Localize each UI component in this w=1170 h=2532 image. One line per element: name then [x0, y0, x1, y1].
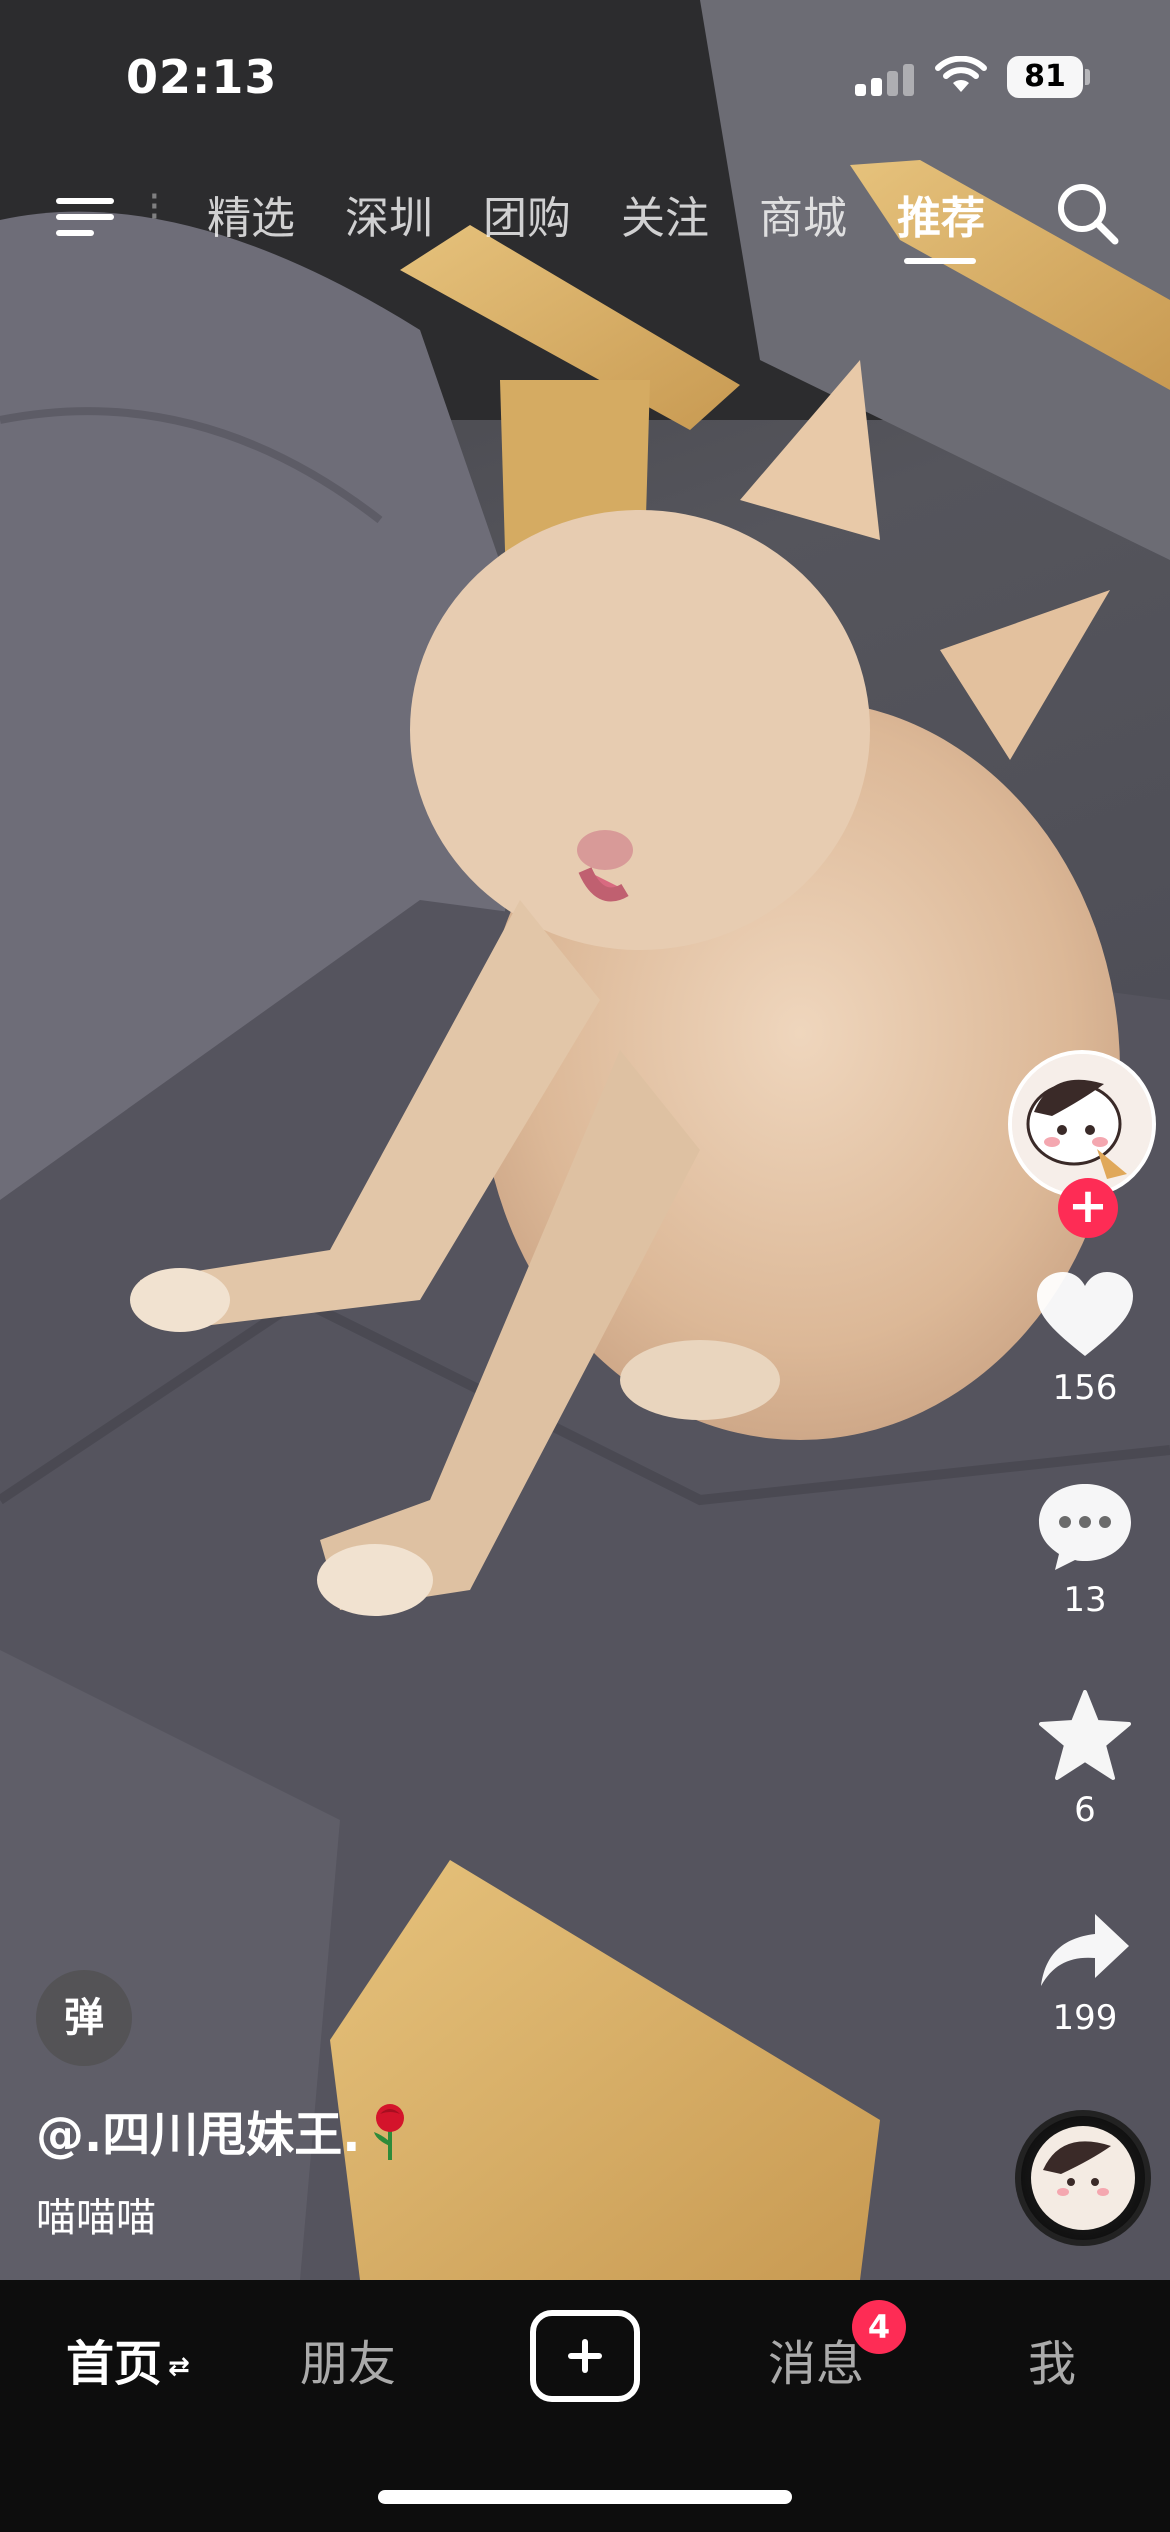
create-post-button[interactable] [530, 2310, 640, 2402]
status-time: 02:13 [126, 50, 278, 104]
favorite-count: 6 [1074, 1790, 1096, 1830]
heart-icon[interactable] [1035, 1270, 1135, 1360]
like-count: 156 [1052, 1368, 1118, 1408]
tab-jingxuan[interactable]: 精选 [207, 182, 295, 246]
wifi-icon [935, 56, 987, 92]
home-indicator[interactable] [378, 2490, 792, 2504]
tab-shangcheng[interactable]: 商城 [759, 182, 847, 246]
messages-badge: 4 [852, 2300, 906, 2354]
video-caption: 喵喵喵 [36, 2195, 156, 2241]
tab-tuangou[interactable]: 团购 [483, 182, 571, 246]
comment-icon[interactable] [1035, 1480, 1135, 1572]
tab-me[interactable]: 我 [1028, 2324, 1076, 2394]
share-count: 199 [1052, 1998, 1118, 2038]
author-name[interactable]: @.四川甩妹王. [36, 2107, 360, 2163]
swap-icon: ⇄ [168, 2352, 190, 2382]
menu-icon[interactable] [52, 184, 116, 248]
star-icon[interactable] [1037, 1690, 1133, 1782]
top-nav: ⁝ 精选 深圳 团购 关注 商城 推荐 [0, 170, 1170, 270]
battery-percent: 81 [1024, 59, 1066, 94]
tab-tuijian[interactable]: 推荐 [897, 182, 985, 246]
search-icon[interactable] [1052, 178, 1122, 248]
cellular-signal-icon [855, 62, 915, 96]
status-bar: 02:13 81 [0, 0, 1170, 150]
tab-guanzhu[interactable]: 关注 [621, 182, 709, 246]
music-disc[interactable] [1015, 2110, 1151, 2246]
tab-home-label: 首页 [66, 2336, 163, 2392]
danmu-toggle-button[interactable]: 弹 [36, 1970, 132, 2066]
rose-icon [366, 2102, 414, 2174]
scroll-edge-indicator: ⁝ [148, 184, 161, 230]
active-tab-indicator [904, 258, 976, 264]
like-action[interactable]: 156 [1000, 1270, 1170, 1408]
tab-messages[interactable]: 消息 [768, 2324, 864, 2394]
follow-button[interactable]: + [1058, 1178, 1118, 1238]
video-frame [0, 0, 1170, 2280]
video-player[interactable] [0, 0, 1170, 2280]
tab-friends[interactable]: 朋友 [300, 2324, 396, 2394]
comment-action[interactable]: 13 [1000, 1480, 1170, 1620]
tab-home[interactable]: 首页 ⇄ [66, 2324, 190, 2394]
avatar[interactable] [1008, 1050, 1156, 1198]
author-avatar-wrap[interactable]: + [1008, 1050, 1156, 1238]
comment-count: 13 [1063, 1580, 1107, 1620]
share-arrow-icon[interactable] [1037, 1910, 1133, 1990]
tab-shenzhen[interactable]: 深圳 [345, 182, 433, 246]
author-name-row[interactable]: @.四川甩妹王. [36, 2095, 414, 2174]
battery-icon: 81 [1007, 56, 1090, 98]
music-cover-icon [1031, 2126, 1135, 2230]
share-action[interactable]: 199 [1000, 1910, 1170, 2038]
favorite-action[interactable]: 6 [1000, 1690, 1170, 1830]
